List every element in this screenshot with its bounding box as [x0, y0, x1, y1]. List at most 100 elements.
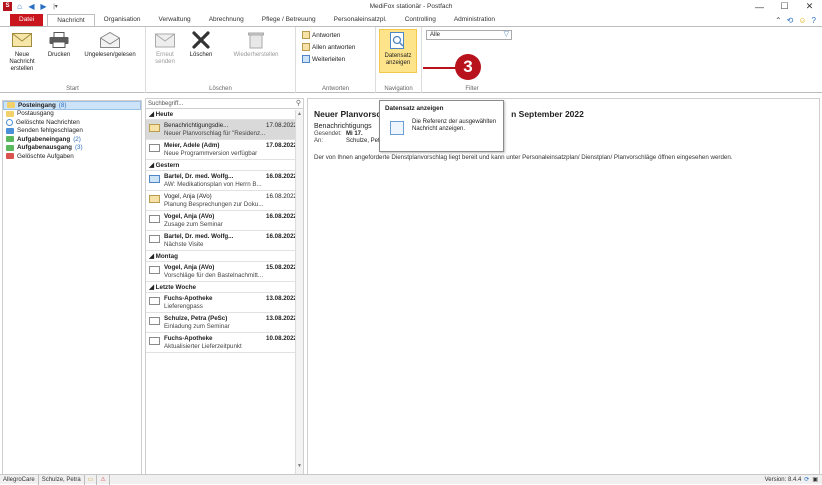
restore-bin-icon	[246, 30, 266, 50]
tab-datei[interactable]: Datei	[10, 14, 44, 26]
list-item[interactable]: Fuchs-Apotheke 13.08.2022 Lieferengpass	[146, 293, 303, 313]
folder-send-failed[interactable]: Senden fehlgeschlagen	[3, 127, 141, 136]
group-navigation: Datensatz anzeigen Navigation	[376, 27, 422, 93]
folder-tree: Posteingang (8) Postausgang Gelöschte Na…	[2, 100, 142, 474]
callout-badge: 3	[455, 54, 481, 80]
group-header-last-week[interactable]: ◢ Letzte Woche	[146, 282, 303, 293]
scroll-up-icon[interactable]: ▲	[296, 110, 303, 118]
group-label-reply: Antworten	[321, 86, 349, 92]
folder-task-outbox[interactable]: Aufgabenausgang (3)	[3, 144, 141, 153]
show-record-button[interactable]: Datensatz anzeigen	[379, 29, 417, 73]
inbox-folder-icon	[7, 102, 15, 109]
status-alert-icon[interactable]: ⚠	[97, 474, 110, 485]
group-start: Neue Nachricht erstellen Drucken Ungeles…	[0, 27, 146, 93]
folder-task-inbox[interactable]: Aufgabeneingang (2)	[3, 135, 141, 144]
reply-icon	[302, 31, 310, 39]
folder-inbox[interactable]: Posteingang (8)	[3, 101, 141, 110]
task-outbox-icon	[6, 144, 14, 151]
arrow-right-icon[interactable]: ▶	[39, 2, 48, 11]
qat-dropdown-icon[interactable]: |▾	[51, 2, 60, 11]
close-button[interactable]: ✕	[797, 0, 822, 13]
group-header-today[interactable]: ◢ Heute	[146, 109, 303, 120]
list-item[interactable]: Vogel, Anja (AVo) 15.08.2022 Vorschläge …	[146, 262, 303, 282]
house-icon[interactable]: ⌂	[15, 2, 24, 11]
new-message-button[interactable]: Neue Nachricht erstellen	[4, 30, 40, 73]
restore-button[interactable]: Wiederherstellen	[220, 30, 292, 59]
main-content: Posteingang (8) Postausgang Gelöschte Na…	[0, 96, 822, 474]
list-item[interactable]: Vogel, Anja (AVo) 16.08.2022 Planung Bes…	[146, 191, 303, 211]
filter-funnel-icon[interactable]: ▽	[504, 31, 509, 39]
search-icon[interactable]: ⚲	[296, 99, 301, 109]
reply-button[interactable]: Antworten	[302, 30, 340, 40]
status-folder-icon[interactable]: ▭	[85, 474, 98, 485]
minimize-button[interactable]: —	[747, 0, 772, 13]
group-label-navigation: Navigation	[384, 86, 413, 92]
scroll-down-icon[interactable]: ▼	[296, 462, 303, 470]
message-list: Suchbegriff... ⚲ ◢ Heute Benachrichtigun…	[145, 98, 304, 474]
task-inbox-icon	[6, 136, 14, 143]
list-item[interactable]: Bartel, Dr. med. Wolfg... 16.08.2022 Näc…	[146, 231, 303, 251]
group-label-start: Start	[66, 86, 79, 92]
sync-icon[interactable]: ⟲	[787, 16, 794, 25]
arrow-left-icon[interactable]: ◀	[27, 2, 36, 11]
tab-organisation[interactable]: Organisation	[95, 14, 150, 26]
quick-access-toolbar: S ⌂ ◀ ▶ |▾	[0, 0, 60, 13]
resend-button[interactable]: Erneut senden	[150, 30, 180, 66]
forward-icon	[302, 55, 310, 63]
list-item[interactable]: Schulze, Petra (PeSc) 13.08.2022 Einladu…	[146, 313, 303, 333]
reading-pane: Neuer Planvorsc n September 2022 Benachri…	[307, 98, 820, 474]
list-item[interactable]: Bartel, Dr. med. Wolfg... 16.08.2022 AW:…	[146, 171, 303, 191]
folder-outbox[interactable]: Postausgang	[3, 110, 141, 119]
envelope-icon	[149, 144, 160, 152]
collapse-ribbon-icon[interactable]: ⌃	[775, 16, 782, 25]
info-envelope-icon	[149, 175, 160, 183]
delete-x-icon	[191, 30, 211, 50]
group-header-yesterday[interactable]: ◢ Gestern	[146, 160, 303, 171]
tab-controlling[interactable]: Controlling	[396, 14, 445, 26]
maximize-button[interactable]: ☐	[772, 0, 797, 13]
forward-button[interactable]: Weiterleiten	[302, 54, 345, 64]
delete-button[interactable]: Löschen	[184, 30, 218, 59]
tab-pflege-betreuung[interactable]: Pflege / Betreuung	[253, 14, 325, 26]
reply-all-icon	[302, 43, 310, 51]
list-item[interactable]: Fuchs-Apotheke 10.08.2022 Aktualisierter…	[146, 333, 303, 353]
deleted-messages-icon	[6, 118, 13, 126]
envelope-icon	[149, 235, 160, 243]
magnifier-document-icon	[390, 121, 404, 135]
tab-personaleinsatzplanung[interactable]: Personaleinsatzpl.	[325, 14, 396, 26]
magnifier-document-icon	[388, 31, 408, 51]
envelope-icon	[149, 337, 160, 345]
status-company: AllegroCare	[0, 474, 39, 485]
list-item[interactable]: Meier, Adele (Adm) 17.08.2022 Neue Progr…	[146, 140, 303, 160]
app-logo: S	[3, 2, 12, 11]
resend-envelope-icon	[155, 30, 175, 50]
open-envelope-icon	[149, 124, 160, 132]
filter-select[interactable]: Alle ▽	[426, 30, 512, 40]
message-list-scrollbar[interactable]: ▲ ▼	[295, 110, 303, 474]
message-body: Der von Ihnen angeforderte Dienstplanvor…	[314, 154, 733, 161]
list-item[interactable]: Vogel, Anja (AVo) 16.08.2022 Zusage zum …	[146, 211, 303, 231]
reply-all-button[interactable]: Allen antworten	[302, 42, 355, 52]
print-button[interactable]: Drucken	[44, 30, 74, 59]
status-user: Schulze, Petra	[39, 474, 85, 485]
status-bar: AllegroCare Schulze, Petra ▭ ⚠ Version: …	[0, 474, 822, 485]
tab-administration[interactable]: Administration	[445, 14, 504, 26]
group-label-filter: Filter	[465, 86, 479, 92]
tab-verwaltung[interactable]: Verwaltung	[150, 14, 200, 26]
folder-deleted-tasks[interactable]: Gelöschte Aufgaben	[3, 152, 141, 161]
list-item[interactable]: Benachrichtigungsdie... 17.08.2022 Neuer…	[146, 120, 303, 140]
tab-abrechnung[interactable]: Abrechnung	[200, 14, 253, 26]
folder-deleted-messages[interactable]: Gelöschte Nachrichten	[3, 118, 141, 127]
send-failed-icon	[6, 127, 14, 134]
mark-unread-button[interactable]: Ungelesen/gelesen	[78, 30, 142, 59]
smiley-icon[interactable]: ☺	[798, 16, 806, 25]
envelope-icon	[149, 266, 160, 274]
help-icon[interactable]: ?	[812, 16, 816, 25]
envelope-icon	[149, 317, 160, 325]
group-header-monday[interactable]: ◢ Montag	[146, 251, 303, 262]
tooltip-show-record: Datensatz anzeigen Die Referenz der ausg…	[379, 100, 504, 152]
callout-line	[423, 67, 457, 69]
search-input[interactable]: Suchbegriff... ⚲	[146, 99, 303, 109]
ribbon-right-icons: ⌃ ⟲ ☺ ?	[775, 14, 816, 26]
tab-nachricht[interactable]: Nachricht	[47, 14, 95, 26]
